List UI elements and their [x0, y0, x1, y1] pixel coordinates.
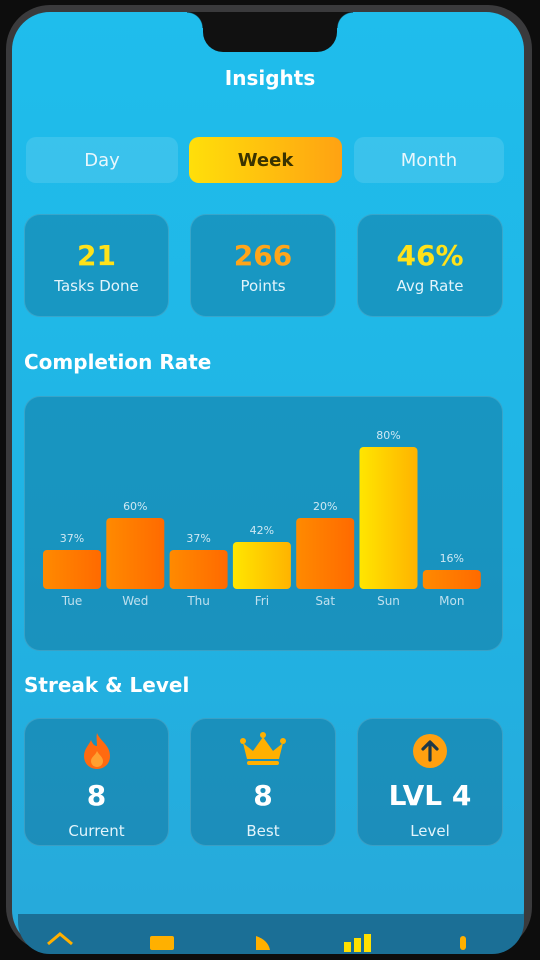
- stat-card-tasks-done: 21 Tasks Done: [24, 214, 169, 317]
- home-icon[interactable]: [47, 932, 73, 946]
- completion-rate-chart: 37% Tue 60% Wed 37% Thu 42% Fri 20% Sat 80% Sun 16% M…: [43, 429, 481, 608]
- streak-value: 8: [253, 779, 273, 812]
- streak-label: Current: [68, 822, 125, 840]
- flame-icon: [25, 731, 168, 771]
- chart-bar-tue: [43, 550, 101, 589]
- stat-card-avg-rate: 46% Avg Rate: [357, 214, 503, 317]
- insights-icon[interactable]: [344, 934, 371, 952]
- stat-label: Avg Rate: [396, 277, 464, 295]
- stat-card-points: 266 Points: [190, 214, 336, 317]
- chart-tick-label: Mon: [439, 594, 464, 608]
- streak-card-current: 8 Current: [24, 718, 169, 846]
- streak-value: 8: [86, 779, 107, 812]
- crown-icon: [191, 731, 335, 771]
- chart-data-label: 42%: [250, 524, 274, 537]
- chart-data-label: 60%: [123, 500, 147, 513]
- chart-tick-label: Fri: [255, 594, 269, 608]
- chart-tick-label: Thu: [186, 594, 210, 608]
- chart-bar-thu: [169, 550, 228, 589]
- device-notch: [187, 12, 353, 52]
- chart-data-label: 37%: [60, 532, 84, 545]
- streak-value: LVL 4: [388, 779, 472, 812]
- streak-card-level: LVL 4 Level: [357, 718, 503, 846]
- stat-value: 266: [233, 239, 293, 272]
- stat-label: Tasks Done: [54, 277, 139, 295]
- tab-month[interactable]: Month: [354, 137, 504, 183]
- stat-value: 46%: [396, 239, 464, 272]
- tab-week[interactable]: Week: [189, 137, 342, 183]
- chart-data-label: 20%: [313, 500, 337, 513]
- chart-data-label: 16%: [440, 552, 464, 565]
- tab-day[interactable]: Day: [26, 137, 178, 183]
- chart-data-label: 37%: [186, 532, 210, 545]
- chart-tick-label: Wed: [122, 594, 148, 608]
- stat-label: Points: [240, 277, 286, 295]
- completion-chart-card: 37% Tue 60% Wed 37% Thu 42% Fri 20% Sat 80% Sun 16% M…: [24, 396, 503, 651]
- arrow-up-circle-icon: [358, 731, 502, 771]
- page-title: Insights: [224, 66, 316, 90]
- chart-bar-mon: [422, 570, 481, 589]
- chart-tick-label: Sat: [315, 594, 335, 608]
- chart-bar-sat: [296, 518, 355, 589]
- tasks-icon[interactable]: [150, 936, 174, 950]
- chart-bar-sun: [359, 447, 418, 589]
- profile-icon[interactable]: [460, 936, 466, 950]
- completion-rate-heading: Completion Rate: [24, 350, 212, 374]
- streak-level-heading: Streak & Level: [24, 673, 190, 697]
- streak-card-best: 8 Best: [190, 718, 336, 846]
- stat-value: 21: [77, 239, 116, 272]
- rewards-icon[interactable]: [256, 936, 270, 950]
- streak-label: Best: [246, 822, 280, 840]
- streak-label: Level: [410, 822, 450, 840]
- bottom-nav-bar: [18, 914, 524, 954]
- chart-tick-label: Sun: [377, 594, 400, 608]
- chart-data-label: 80%: [376, 429, 400, 442]
- chart-tick-label: Tue: [61, 594, 83, 608]
- chart-bar-fri: [232, 542, 291, 589]
- chart-bar-wed: [106, 518, 165, 589]
